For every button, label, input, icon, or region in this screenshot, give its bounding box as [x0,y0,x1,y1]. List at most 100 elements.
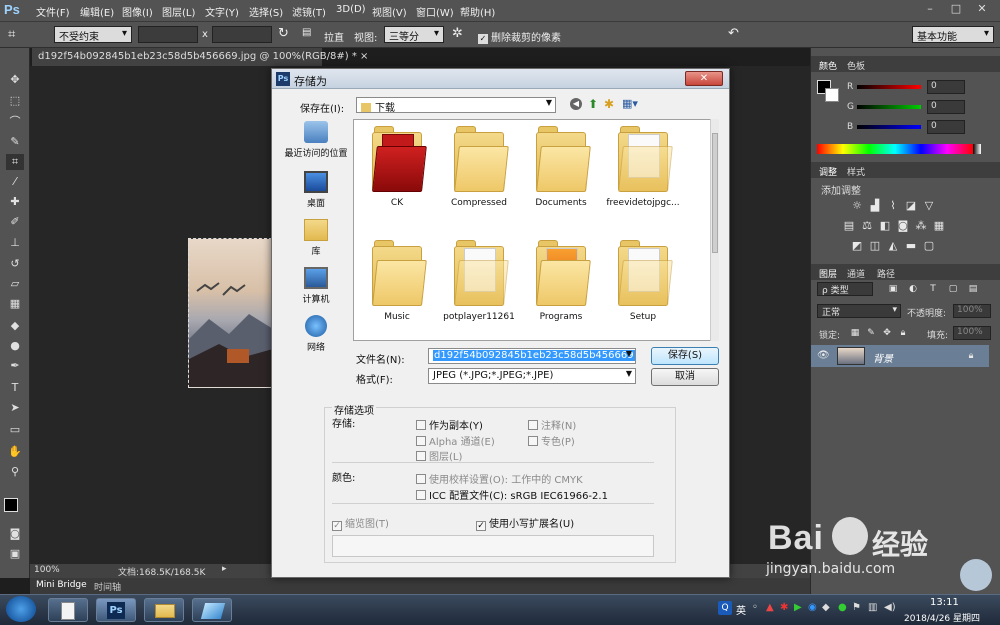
threshold-icon[interactable]: ◭ [887,240,899,252]
volume-icon[interactable]: ◀) [884,602,896,613]
notes-checkbox[interactable]: 注释(N) [528,417,576,432]
quick-select-tool-icon[interactable]: ✎ [6,134,24,150]
file-list-scrollbar[interactable] [710,119,719,341]
ime-mode-icon[interactable]: ◦ [752,602,758,613]
folder-item[interactable]: Programs [520,240,602,322]
lasso-tool-icon[interactable]: ⌒ [6,114,24,130]
menu-view[interactable]: 视图(V) [372,4,407,19]
curves-icon[interactable]: ⌇ [887,200,899,212]
tab-channels[interactable]: 通道 [847,267,865,280]
posterize-icon[interactable]: ◫ [869,240,881,252]
lock-image-icon[interactable]: ✎ [865,327,877,339]
view-overlay-select[interactable]: 三等分 ▾ [384,26,444,43]
straighten-button[interactable]: 拉直 [324,29,344,44]
back-icon[interactable]: ◀ [570,98,582,110]
folder-item[interactable]: freevidetojpgc... [602,126,684,208]
menu-filter[interactable]: 滤镜(T) [292,4,326,19]
tray-flag-icon[interactable]: ⚑ [852,602,861,613]
tray-app-icon[interactable]: ◆ [822,602,830,613]
blur-tool-icon[interactable]: ◆ [6,318,24,334]
nav-recent[interactable]: 最近访问的位置 [278,121,354,159]
straighten-icon[interactable]: ▤ [302,27,311,38]
opacity-value[interactable]: 100% [953,304,991,318]
dodge-tool-icon[interactable]: ● [6,338,24,354]
tab-color[interactable]: 颜色 [819,59,837,72]
layers-checkbox[interactable]: 图层(L) [416,448,462,463]
filename-input[interactable]: d192f54b092845b1eb23c58d5b456669 ▼ [428,348,636,364]
hue-saturation-icon[interactable]: ▤ [843,220,855,232]
folder-item[interactable]: Compressed [438,126,520,208]
delete-cropped-checkbox[interactable]: ✓ 删除裁剪的像素 [478,29,561,44]
tray-app-icon[interactable]: ● [838,602,847,613]
taskbar-app-photoshop[interactable]: Ps [96,598,136,622]
alpha-channels-checkbox[interactable]: Alpha 通道(E) [416,433,495,448]
quick-mask-icon[interactable]: ◙ [6,526,24,542]
workspace-select[interactable]: 基本功能 ▾ [912,26,994,43]
menu-select[interactable]: 选择(S) [249,4,283,19]
ime-language[interactable]: 英 [736,602,746,617]
tray-app-icon[interactable]: ▲ [766,602,774,613]
menu-layer[interactable]: 图层(L) [162,4,195,19]
document-tab[interactable]: d192f54b092845b1eb23c58d5b456669.jpg @ 1… [32,48,368,66]
gear-icon[interactable]: ✲ [452,26,463,41]
brush-tool-icon[interactable]: ✐ [6,214,24,230]
gradient-tool-icon[interactable]: ▦ [6,296,24,312]
cancel-button[interactable]: 取消 [651,368,719,386]
menu-window[interactable]: 窗口(W) [416,4,454,19]
green-value[interactable]: 0 [927,100,965,114]
eraser-tool-icon[interactable]: ▱ [6,276,24,292]
lock-position-icon[interactable]: ✥ [881,327,893,339]
layer-background-row[interactable]: 👁︎ 背景 🔒︎ [811,345,989,367]
spot-colors-checkbox[interactable]: 专色(P) [528,433,575,448]
minimize-button[interactable]: – [918,2,942,18]
exposure-icon[interactable]: ◪ [905,200,917,212]
tab-styles[interactable]: 样式 [847,165,865,178]
taskbar-app-explorer[interactable] [144,598,184,622]
lowercase-extension-checkbox[interactable]: ✓ 使用小写扩展名(U) [476,515,574,531]
tray-app-icon[interactable]: ▶ [794,602,802,613]
tab-adjustments[interactable]: 调整 [819,165,837,178]
nav-computer[interactable]: 计算机 [278,267,354,305]
tab-timeline[interactable]: 时间轴 [94,580,121,593]
thumbnail-checkbox[interactable]: ✓ 缩览图(T) [332,515,389,531]
folder-item[interactable]: potplayer11261 [438,240,520,322]
panel-background-swatch[interactable] [825,88,839,102]
view-menu-icon[interactable]: ▦▾ [622,97,638,110]
reset-icon[interactable]: ↶ [728,26,739,41]
foreground-color-swatch[interactable] [4,498,18,512]
levels-icon[interactable]: ▟ [869,200,881,212]
color-spectrum[interactable] [817,144,973,154]
vibrance-icon[interactable]: ▽ [923,200,935,212]
invert-icon[interactable]: ◩ [851,240,863,252]
use-proof-checkbox[interactable]: 使用校样设置(O): 工作中的 CMYK [416,471,583,486]
filter-shape-icon[interactable]: ▢ [947,283,959,295]
layer-filter-select[interactable]: ρ 类型 [817,282,873,296]
save-in-select[interactable]: 下载 ▼ [356,97,556,113]
crop-width-input[interactable] [138,26,198,43]
tab-paths[interactable]: 路径 [877,267,895,280]
save-button[interactable]: 保存(S) [651,347,719,365]
hand-tool-icon[interactable]: ✋ [6,444,24,460]
scrollbar-thumb[interactable] [712,133,718,253]
color-lookup-icon[interactable]: ▦ [933,220,945,232]
channel-mixer-icon[interactable]: ⁂ [915,220,927,232]
dialog-close-button[interactable]: ✕ [685,71,723,86]
canvas-photo[interactable] [188,238,272,388]
format-select[interactable]: JPEG (*.JPG;*.JPEG;*.JPE) ▼ [428,368,636,384]
eye-visibility-icon[interactable]: 👁︎ [817,350,830,362]
folder-item[interactable]: Setup [602,240,684,322]
icc-profile-checkbox[interactable]: ICC 配置文件(C): sRGB IEC61966-2.1 [416,487,608,502]
red-value[interactable]: 0 [927,80,965,94]
new-folder-icon[interactable]: ✱ [604,97,614,111]
taskbar-app-other[interactable] [192,598,232,622]
network-tray-icon[interactable]: ▥ [868,602,877,613]
tab-mini-bridge[interactable]: Mini Bridge [36,580,87,590]
gradient-map-icon[interactable]: ▬ [905,240,917,252]
maximize-button[interactable]: □ [944,2,968,18]
grayscale-ramp[interactable] [973,144,981,154]
shape-tool-icon[interactable]: ▭ [6,422,24,438]
screen-mode-icon[interactable]: ▣ [6,546,24,562]
menu-image[interactable]: 图像(I) [122,4,153,19]
nav-desktop[interactable]: 桌面 [278,171,354,209]
move-tool-icon[interactable]: ✥ [6,72,24,88]
